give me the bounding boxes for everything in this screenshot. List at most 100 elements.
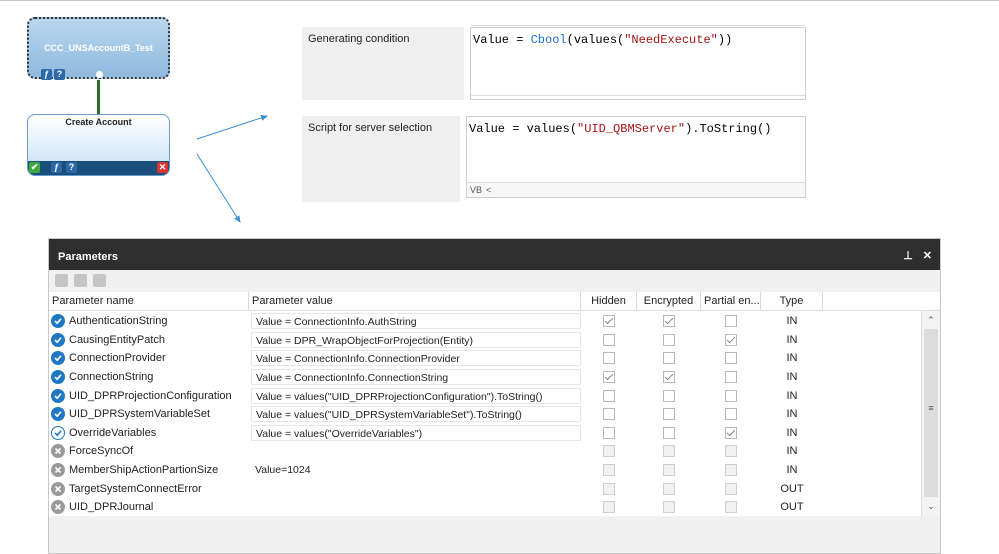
hidden-checkbox[interactable] (603, 445, 615, 458)
parameter-type: IN (786, 464, 798, 477)
parameter-type: IN (786, 408, 798, 421)
table-row[interactable]: CausingEntityPatch Value = DPR_WrapObject… (49, 331, 921, 350)
parameter-value: Value = DPR_WrapObjectForProjection(Enti… (251, 331, 581, 348)
partial-encrypted-checkbox[interactable] (725, 315, 737, 328)
table-row[interactable]: MemberShipActionPartionSize Value=1024 IN (49, 461, 921, 480)
hidden-checkbox[interactable] (603, 482, 615, 495)
encrypted-checkbox[interactable] (663, 501, 675, 514)
parameter-type: IN (786, 371, 798, 384)
disabled-status-icon (51, 444, 65, 459)
parameter-value (251, 487, 581, 491)
encrypted-checkbox[interactable] (663, 408, 675, 421)
parameter-value (251, 505, 581, 509)
add-parameter-icon[interactable] (55, 274, 68, 287)
encrypted-checkbox[interactable] (663, 352, 675, 365)
encrypted-checkbox[interactable] (663, 445, 675, 458)
parameter-value: Value=1024 (255, 464, 311, 477)
partial-encrypted-checkbox[interactable] (725, 464, 737, 477)
parameter-name: OverrideVariables (69, 426, 157, 439)
encrypted-checkbox[interactable] (663, 426, 675, 439)
hidden-checkbox[interactable] (603, 333, 615, 346)
encrypted-checkbox[interactable] (663, 482, 675, 495)
parameter-value-cell[interactable] (249, 505, 581, 509)
pin-icon[interactable]: ⊥ (903, 249, 913, 262)
partial-encrypted-checkbox[interactable] (725, 352, 737, 365)
move-up-icon[interactable] (93, 274, 106, 287)
hidden-checkbox[interactable] (603, 464, 615, 477)
table-row[interactable]: UID_DPRSystemVariableSet Value = values("… (49, 405, 921, 424)
parameter-value-cell[interactable]: Value = ConnectionInfo.ConnectionString (249, 369, 581, 386)
close-icon[interactable]: ✕ (923, 249, 932, 262)
column-hidden[interactable]: Hidden (581, 292, 637, 310)
arrow-to-parameters (196, 153, 241, 223)
parameter-name: ForceSyncOf (69, 445, 134, 458)
parameter-type: IN (786, 445, 798, 458)
parameter-value-cell[interactable]: Value = values("OverrideVariables") (249, 424, 581, 441)
column-partial-encrypted[interactable]: Partial en... (701, 292, 761, 310)
parameter-value-cell[interactable] (249, 449, 581, 453)
encrypted-checkbox[interactable] (663, 464, 675, 477)
table-row[interactable]: ForceSyncOf IN (49, 442, 921, 461)
parameter-name: UID_DPRSystemVariableSet (69, 408, 211, 421)
partial-encrypted-checkbox[interactable] (725, 389, 737, 402)
partial-encrypted-checkbox[interactable] (725, 333, 737, 346)
table-row[interactable]: TargetSystemConnectError OUT (49, 479, 921, 498)
table-row[interactable]: OverrideVariables Value = values("Overrid… (49, 424, 921, 443)
parameter-value-cell[interactable] (249, 487, 581, 491)
code-line: Value = values("UID_QBMServer").ToString… (469, 122, 772, 136)
partial-encrypted-checkbox[interactable] (725, 482, 737, 495)
generating-condition-editor[interactable]: Value = Cbool(values("NeedExecute")) (470, 25, 806, 100)
parameter-type: IN (786, 352, 798, 365)
parameter-name: CausingEntityPatch (69, 333, 165, 346)
table-row[interactable]: AuthenticationString Value = ConnectionIn… (49, 312, 921, 331)
table-row[interactable]: ConnectionString Value = ConnectionInfo.C… (49, 368, 921, 387)
encrypted-checkbox[interactable] (663, 333, 675, 346)
delete-parameter-icon[interactable] (74, 274, 87, 287)
parameter-name: UID_DPRProjectionConfiguration (69, 389, 232, 402)
parameter-value-cell[interactable]: Value = ConnectionInfo.ConnectionProvide… (249, 350, 581, 367)
parameter-value: Value = ConnectionInfo.ConnectionString (251, 369, 581, 386)
hidden-checkbox[interactable] (603, 408, 615, 421)
partial-encrypted-checkbox[interactable] (725, 408, 737, 421)
partial-encrypted-checkbox[interactable] (725, 501, 737, 514)
parameter-value-cell[interactable]: Value = DPR_WrapObjectForProjection(Enti… (249, 331, 581, 348)
encrypted-checkbox[interactable] (663, 371, 675, 384)
parameter-value-cell[interactable]: Value=1024 (249, 462, 581, 478)
column-parameter-name[interactable]: Parameter name (49, 292, 249, 310)
server-selection-editor[interactable]: Value = values("UID_QBMServer").ToString… (466, 116, 806, 198)
parameter-name-cell: AuthenticationString (49, 314, 249, 329)
scroll-left-icon[interactable]: < (486, 185, 491, 195)
column-encrypted[interactable]: Encrypted (637, 292, 701, 310)
partial-encrypted-checkbox[interactable] (725, 371, 737, 384)
hidden-checkbox[interactable] (603, 352, 615, 365)
table-row[interactable]: UID_DPRProjectionConfiguration Value = va… (49, 386, 921, 405)
encrypted-checkbox[interactable] (663, 315, 675, 328)
valid-status-icon (51, 332, 65, 347)
partial-encrypted-checkbox[interactable] (725, 426, 737, 439)
parameter-type: OUT (780, 501, 804, 514)
table-row[interactable]: ConnectionProvider Value = ConnectionInfo… (49, 349, 921, 368)
valid-status-icon (51, 425, 65, 440)
parameter-name-cell: ConnectionString (49, 370, 249, 385)
hidden-checkbox[interactable] (603, 501, 615, 514)
editor-scrollbar[interactable]: VB < (467, 182, 805, 197)
hidden-checkbox[interactable] (603, 371, 615, 384)
hidden-checkbox[interactable] (603, 315, 615, 328)
parameter-value-cell[interactable]: Value = values("UID_DPRProjectionConfigu… (249, 387, 581, 404)
scroll-up-icon[interactable]: ⌃ (924, 313, 938, 327)
vertical-scrollbar[interactable]: ⌃ ≡ ⌄ (921, 311, 940, 516)
parameter-type: IN (786, 315, 798, 328)
scroll-down-icon[interactable]: ⌄ (924, 499, 938, 513)
encrypted-checkbox[interactable] (663, 389, 675, 402)
column-type[interactable]: Type (761, 292, 823, 310)
panel-toolbar (49, 270, 940, 292)
parameter-value-cell[interactable]: Value = ConnectionInfo.AuthString (249, 313, 581, 330)
parameter-value-cell[interactable]: Value = values("UID_DPRSystemVariableSet… (249, 406, 581, 423)
parameter-value: Value = ConnectionInfo.ConnectionProvide… (251, 350, 581, 367)
partial-encrypted-checkbox[interactable] (725, 445, 737, 458)
column-parameter-value[interactable]: Parameter value (249, 292, 581, 310)
panel-title: Parameters (58, 251, 118, 263)
hidden-checkbox[interactable] (603, 389, 615, 402)
table-row[interactable]: UID_DPRJournal OUT (49, 498, 921, 517)
hidden-checkbox[interactable] (603, 426, 615, 439)
